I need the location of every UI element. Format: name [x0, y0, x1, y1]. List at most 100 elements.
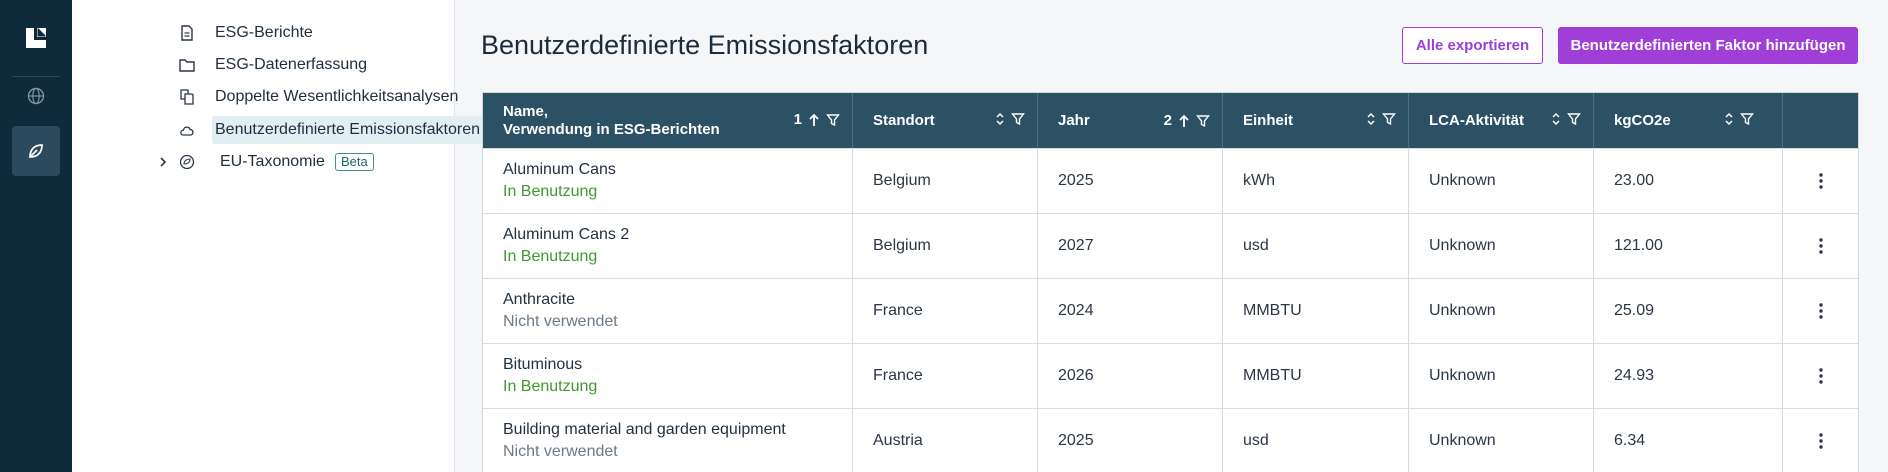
cell-actions [1783, 149, 1858, 213]
factor-name[interactable]: Aluminum Cans 2 [503, 226, 852, 244]
sort-ascending-icon[interactable] [1178, 114, 1190, 128]
sort-unsorted-icon[interactable] [1366, 112, 1376, 126]
cell-year: 2024 [1038, 279, 1223, 343]
filter-icon[interactable] [826, 113, 840, 127]
sort-controls: 1 [794, 111, 840, 128]
filter-icon[interactable] [1740, 112, 1754, 126]
cell-unit: MMBTU [1223, 344, 1409, 408]
nav-label: EU-Taxonomie Beta [220, 152, 374, 171]
cell-name: Anthracite Nicht verwendet [483, 279, 853, 343]
folder-icon [179, 59, 195, 72]
table-row[interactable]: Building material and garden equipment N… [483, 408, 1858, 472]
sort-controls: 2 [1164, 112, 1210, 129]
column-label: Jahr [1058, 112, 1090, 129]
cell-year: 2027 [1038, 214, 1223, 278]
more-vertical-icon[interactable] [1818, 302, 1824, 320]
column-label: Verwendung in ESG-Berichten [503, 120, 720, 138]
cell-kgco2e: 24.93 [1594, 344, 1783, 408]
globe-icon[interactable] [26, 86, 46, 106]
usage-status: Nicht verwendet [503, 313, 618, 330]
column-header-lca-aktivitaet[interactable]: LCA-Aktivität [1409, 93, 1594, 148]
column-label: Einheit [1243, 112, 1294, 129]
cell-kgco2e: 121.00 [1594, 214, 1783, 278]
cell-actions [1783, 279, 1858, 343]
factor-name[interactable]: Aluminum Cans [503, 161, 852, 179]
factor-name[interactable]: Bituminous [503, 356, 852, 374]
add-custom-factor-button[interactable]: Benutzerdefinierten Faktor hinzufügen [1558, 27, 1858, 64]
cell-lca-activity: Unknown [1409, 344, 1594, 408]
table-header: Name, Verwendung in ESG-Berichten 1 Stan… [483, 93, 1858, 148]
column-header-einheit[interactable]: Einheit [1223, 93, 1409, 148]
factor-name[interactable]: Building material and garden equipment [503, 421, 852, 439]
secondary-nav: ESG-Berichte ESG-Datenerfassung Doppelte… [72, 0, 517, 472]
usage-status: Nicht verwendet [503, 443, 618, 460]
column-header-kgco2e[interactable]: kgCO2e [1594, 93, 1783, 148]
filter-icon[interactable] [1567, 112, 1581, 126]
usage-status: In Benutzung [503, 183, 598, 200]
table-row[interactable]: Bituminous In Benutzung France 2026 MMBT… [483, 343, 1858, 408]
sort-unsorted-icon[interactable] [1551, 112, 1561, 126]
more-vertical-icon[interactable] [1818, 432, 1824, 450]
factor-name[interactable]: Anthracite [503, 291, 852, 309]
cell-year: 2025 [1038, 149, 1223, 213]
nav-label-text: EU-Taxonomie [220, 153, 325, 171]
sort-unsorted-icon[interactable] [995, 112, 1005, 126]
column-label: Standort [873, 112, 935, 129]
sort-index: 1 [793, 111, 802, 128]
main-content: Benutzerdefinierte Emissionsfaktoren All… [456, 0, 1888, 472]
nav-label: ESG-Datenerfassung [215, 56, 368, 73]
cell-unit: usd [1223, 409, 1409, 472]
leaf-icon [29, 144, 43, 158]
more-vertical-icon[interactable] [1818, 172, 1824, 190]
filter-icon[interactable] [1382, 112, 1396, 126]
table-body: Aluminum Cans In Benutzung Belgium 2025 … [483, 148, 1858, 472]
app-logo-icon[interactable] [22, 24, 50, 52]
column-header-name[interactable]: Name, Verwendung in ESG-Berichten 1 [483, 93, 853, 148]
more-vertical-icon[interactable] [1818, 237, 1824, 255]
sort-ascending-icon[interactable] [808, 113, 820, 127]
cell-lca-activity: Unknown [1409, 279, 1594, 343]
cell-unit: usd [1223, 214, 1409, 278]
rail-item-emissions[interactable] [12, 126, 60, 176]
filter-icon[interactable] [1011, 112, 1025, 126]
cell-unit: kWh [1223, 149, 1409, 213]
cell-actions [1783, 409, 1858, 472]
column-label: kgCO2e [1614, 112, 1671, 129]
sort-unsorted-icon[interactable] [1724, 112, 1734, 126]
cloud-icon [180, 126, 194, 136]
table-row[interactable]: Anthracite Nicht verwendet France 2024 M… [483, 278, 1858, 343]
cell-lca-activity: Unknown [1409, 214, 1594, 278]
eu-leaf-icon [179, 154, 195, 170]
emission-factors-table: Name, Verwendung in ESG-Berichten 1 Stan… [482, 92, 1859, 472]
cell-name: Aluminum Cans In Benutzung [483, 149, 853, 213]
column-header-standort[interactable]: Standort [853, 93, 1038, 148]
page-title: Benutzerdefinierte Emissionsfaktoren [481, 30, 929, 60]
sort-controls [1366, 112, 1396, 126]
sort-controls [1551, 112, 1581, 126]
column-label: LCA-Aktivität [1429, 112, 1525, 129]
export-all-button[interactable]: Alle exportieren [1402, 27, 1543, 64]
cell-location: France [853, 279, 1038, 343]
cell-location: Belgium [853, 149, 1038, 213]
cell-lca-activity: Unknown [1409, 409, 1594, 472]
column-header-jahr[interactable]: Jahr 2 [1038, 93, 1223, 148]
filter-icon[interactable] [1196, 114, 1210, 128]
nav-label: ESG-Berichte [215, 24, 313, 41]
cell-actions [1783, 344, 1858, 408]
table-row[interactable]: Aluminum Cans 2 In Benutzung Belgium 202… [483, 213, 1858, 278]
column-header-actions [1783, 93, 1858, 148]
table-row[interactable]: Aluminum Cans In Benutzung Belgium 2025 … [483, 148, 1858, 213]
usage-status: In Benutzung [503, 378, 598, 395]
app-rail [0, 0, 72, 472]
cell-location: Austria [853, 409, 1038, 472]
cell-year: 2025 [1038, 409, 1223, 472]
document-icon [181, 25, 193, 41]
beta-badge: Beta [334, 152, 374, 171]
nav-label: Benutzerdefinierte Emissionsfaktoren [215, 121, 481, 138]
cell-unit: MMBTU [1223, 279, 1409, 343]
cell-kgco2e: 6.34 [1594, 409, 1783, 472]
copy-documents-icon [180, 89, 194, 105]
sort-controls [1724, 112, 1754, 126]
more-vertical-icon[interactable] [1818, 367, 1824, 385]
cell-location: France [853, 344, 1038, 408]
